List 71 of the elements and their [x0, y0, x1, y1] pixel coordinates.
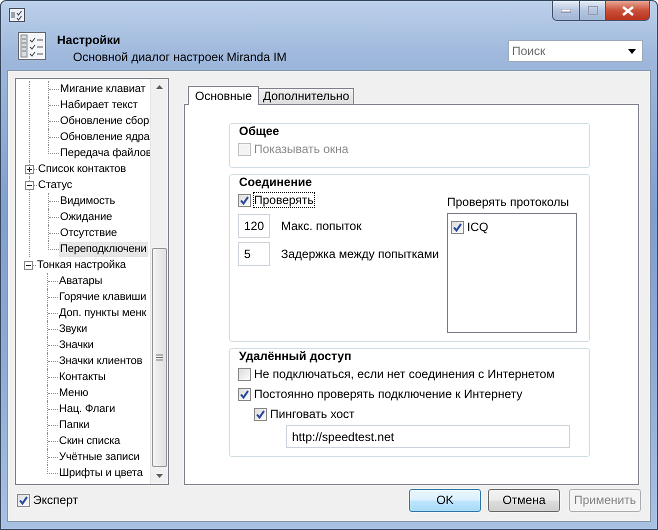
checklist-icon	[18, 32, 46, 60]
tree-item[interactable]: Нац. Флаги	[58, 402, 116, 416]
tree-item[interactable]: Набирает текст	[59, 98, 139, 112]
dialog-button[interactable]: Отмена	[488, 488, 560, 512]
checkbox[interactable]	[254, 408, 267, 420]
field-label: Макс. попыток	[281, 219, 362, 233]
dialog-title: Настройки	[57, 33, 122, 47]
tree-item[interactable]: Шрифты и цвета	[58, 466, 144, 480]
checkbox-label: Не подключаться, если нет соединения с Интернетом	[254, 367, 555, 381]
checklist-icon[interactable]	[9, 8, 25, 22]
tab[interactable]: Дополнительно	[258, 88, 354, 104]
tree-item[interactable]: Передача файлов	[59, 146, 153, 160]
scroll-thumb[interactable]	[152, 248, 167, 467]
tree-item[interactable]: Список контактов	[37, 162, 128, 176]
tree-item[interactable]: Папки	[58, 418, 90, 432]
checkbox-label: ICQ	[467, 220, 488, 234]
tree-item[interactable]: Видимость	[59, 194, 116, 208]
tree-item[interactable]: Значки	[58, 338, 95, 352]
tree-item[interactable]: Статус	[37, 178, 74, 192]
tree-item[interactable]: Меню	[58, 386, 90, 400]
search-combobox[interactable]: Поиск	[508, 40, 643, 62]
tree-item[interactable]: Значки клиентов	[58, 354, 144, 368]
scrollbar[interactable]	[150, 79, 168, 484]
minimize-icon	[561, 8, 571, 12]
collapse-icon[interactable]	[25, 180, 34, 190]
checkbox[interactable]	[17, 494, 30, 506]
checkbox-label: Эксперт	[33, 493, 78, 507]
tree-item[interactable]: Контакты	[58, 370, 107, 384]
dropdown-arrow-icon	[628, 49, 636, 54]
number-field[interactable]: 120	[238, 214, 270, 238]
tree-item[interactable]: Обновление ядра	[59, 130, 151, 144]
group-title: Соединение	[238, 175, 313, 190]
checkbox[interactable]	[238, 388, 251, 400]
field-label: Задержка между попытками	[281, 247, 439, 261]
tree-item[interactable]: Учётные записи	[58, 450, 141, 464]
tree-item[interactable]: Аватары	[58, 274, 104, 288]
checkbox-label: Показывать окна	[254, 142, 348, 156]
tree-item[interactable]: Доп. пункты менк	[58, 306, 148, 320]
expand-icon[interactable]	[25, 164, 34, 174]
list-label: Проверять протоколы	[447, 195, 570, 209]
checkbox[interactable]	[238, 194, 251, 206]
tree-item[interactable]: Мигание клавиат	[59, 82, 146, 96]
tree-item[interactable]: Обновление сбор	[59, 114, 150, 128]
dialog-button[interactable]: OK	[409, 488, 481, 512]
collapse-icon[interactable]	[24, 260, 33, 270]
number-field[interactable]: 5	[238, 242, 270, 266]
tree-item[interactable]: Отсутствие	[59, 226, 118, 240]
tree-item[interactable]: Ожидание	[59, 210, 114, 224]
close-icon	[622, 6, 634, 16]
minimize-button[interactable]	[552, 1, 580, 21]
grip-icon	[156, 354, 163, 361]
scroll-up-icon[interactable]	[156, 85, 163, 89]
tree-item[interactable]: Звуки	[58, 322, 88, 336]
checkbox[interactable]	[451, 220, 464, 234]
maximize-button[interactable]	[580, 1, 606, 21]
group-title: Удалённый доступ	[238, 349, 352, 364]
checkbox-label: Постоянно проверять подключение к Интернету	[254, 387, 522, 401]
tab[interactable]: Основные	[188, 86, 259, 105]
close-button[interactable]	[606, 1, 650, 21]
tree-item[interactable]: Горячие клавиши	[58, 290, 148, 304]
checkbox-label: Пинговать хост	[270, 407, 355, 421]
group-title: Общее	[238, 124, 280, 139]
tree-item[interactable]: Переподключени	[59, 242, 148, 256]
tree-item[interactable]: Тонкая настройка	[36, 258, 127, 272]
checkbox[interactable]	[238, 368, 251, 380]
maximize-icon	[588, 6, 598, 15]
scroll-down-icon[interactable]	[156, 474, 163, 478]
checkbox-label: Проверять	[254, 193, 314, 207]
tree-item[interactable]: Скин списка	[58, 434, 122, 448]
dialog-subtitle: Основной диалог настроек Miranda IM	[73, 50, 288, 64]
input-field[interactable]: http://speedtest.net	[286, 425, 570, 448]
